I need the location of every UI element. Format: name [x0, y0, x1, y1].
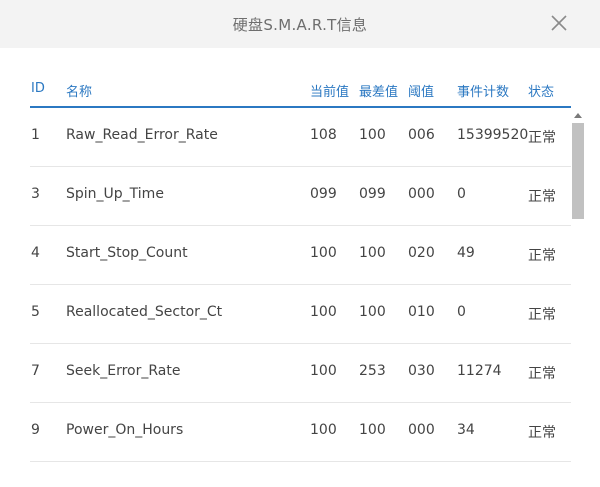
close-icon-glyph [551, 15, 567, 31]
header-status: 状态 [528, 85, 555, 100]
dialog-titlebar: 硬盘S.M.A.R.T信息 [0, 0, 600, 48]
table-row: 9 Power_On_Hours 100 100 000 34 正常 [30, 402, 571, 462]
cell-threshold: 010 [408, 304, 435, 320]
scrollbar-thumb[interactable] [572, 123, 584, 219]
cell-name: Reallocated_Sector_Ct [66, 304, 223, 320]
cell-name: Power_On_Hours [66, 422, 184, 438]
cell-threshold: 020 [408, 245, 435, 261]
cell-id: 9 [31, 422, 40, 438]
cell-current: 100 [310, 245, 337, 261]
smart-info-dialog: 硬盘S.M.A.R.T信息 ID 名称 当前值 最差值 阈值 事件计数 状态 1… [0, 0, 600, 487]
table-header: ID 名称 当前值 最差值 阈值 事件计数 状态 [30, 78, 571, 108]
scroll-up-arrow-icon[interactable] [574, 113, 582, 118]
header-worst: 最差值 [359, 85, 399, 100]
cell-current: 108 [310, 127, 337, 143]
cell-threshold: 000 [408, 422, 435, 438]
cell-id: 5 [31, 304, 40, 320]
table-row: 4 Start_Stop_Count 100 100 020 49 正常 [30, 225, 571, 285]
close-icon[interactable] [548, 12, 570, 34]
cell-current: 100 [310, 422, 337, 438]
cell-raw: 15399520 [457, 127, 529, 143]
cell-name: Raw_Read_Error_Rate [66, 127, 218, 143]
table-row: 1 Raw_Read_Error_Rate 108 100 006 153995… [30, 107, 571, 167]
header-threshold: 阈值 [408, 85, 435, 100]
cell-name: Start_Stop_Count [66, 245, 188, 261]
header-raw: 事件计数 [457, 85, 510, 100]
vertical-scrollbar[interactable] [571, 107, 585, 487]
cell-worst: 100 [359, 422, 386, 438]
cell-current: 100 [310, 363, 337, 379]
cell-name: Seek_Error_Rate [66, 363, 181, 379]
cell-status: 正常 [528, 366, 556, 382]
cell-worst: 099 [359, 186, 386, 202]
cell-status: 正常 [528, 189, 556, 205]
table-row: 7 Seek_Error_Rate 100 253 030 11274 正常 [30, 343, 571, 403]
table-body[interactable]: 1 Raw_Read_Error_Rate 108 100 006 153995… [30, 107, 571, 487]
header-current: 当前值 [310, 85, 350, 100]
cell-status: 正常 [528, 425, 556, 441]
cell-worst: 100 [359, 304, 386, 320]
cell-id: 3 [31, 186, 40, 202]
cell-id: 7 [31, 363, 40, 379]
cell-current: 100 [310, 304, 337, 320]
cell-current: 099 [310, 186, 337, 202]
header-id: ID [31, 81, 45, 96]
cell-worst: 253 [359, 363, 386, 379]
cell-name: Spin_Up_Time [66, 186, 164, 202]
cell-raw: 0 [457, 304, 466, 320]
cell-status: 正常 [528, 248, 556, 264]
dialog-title: 硬盘S.M.A.R.T信息 [232, 16, 368, 34]
cell-status: 正常 [528, 130, 556, 146]
table-row: 3 Spin_Up_Time 099 099 000 0 正常 [30, 166, 571, 226]
cell-id: 1 [31, 127, 40, 143]
cell-threshold: 006 [408, 127, 435, 143]
cell-worst: 100 [359, 245, 386, 261]
cell-status: 正常 [528, 307, 556, 323]
cell-raw: 34 [457, 422, 475, 438]
cell-threshold: 000 [408, 186, 435, 202]
cell-raw: 0 [457, 186, 466, 202]
cell-raw: 11274 [457, 363, 502, 379]
cell-id: 4 [31, 245, 40, 261]
cell-threshold: 030 [408, 363, 435, 379]
table-row: 5 Reallocated_Sector_Ct 100 100 010 0 正常 [30, 284, 571, 344]
header-name: 名称 [66, 85, 93, 100]
cell-raw: 49 [457, 245, 475, 261]
cell-worst: 100 [359, 127, 386, 143]
